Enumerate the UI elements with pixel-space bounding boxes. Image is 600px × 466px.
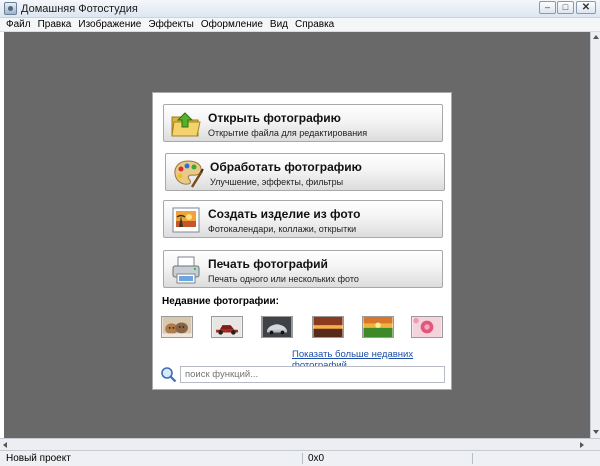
menu-design[interactable]: Оформление bbox=[201, 19, 263, 30]
menu-bar: Файл Правка Изображение Эффекты Оформлен… bbox=[0, 18, 600, 32]
printer-icon bbox=[172, 256, 200, 284]
palette-icon bbox=[174, 160, 204, 188]
function-search-input[interactable] bbox=[180, 366, 445, 383]
create-product-title: Создать изделие из фото bbox=[208, 207, 361, 221]
app-icon bbox=[4, 2, 17, 15]
maximize-icon: □ bbox=[562, 2, 569, 12]
process-photo-subtitle: Улучшение, эффекты, фильтры bbox=[210, 177, 344, 187]
process-photo-title: Обработать фотографию bbox=[210, 160, 362, 174]
search-icon bbox=[161, 367, 177, 383]
open-photo-button[interactable]: Открыть фотографию Открытие файла для ре… bbox=[163, 104, 443, 142]
folder-open-icon bbox=[171, 112, 201, 137]
photo-frame-icon bbox=[172, 207, 200, 233]
start-panel: Открыть фотографию Открытие файла для ре… bbox=[152, 92, 452, 390]
print-photos-button[interactable]: Печать фотографий Печать одного или неск… bbox=[163, 250, 443, 288]
print-photos-subtitle: Печать одного или нескольких фото bbox=[208, 274, 359, 284]
project-status: Новый проект bbox=[6, 453, 71, 464]
recent-thumbnail-vintage-car[interactable] bbox=[211, 316, 243, 338]
recent-thumbnails bbox=[161, 316, 445, 340]
menu-view[interactable]: Вид bbox=[270, 19, 288, 30]
menu-file[interactable]: Файл bbox=[6, 19, 31, 30]
close-icon: ✕ bbox=[581, 2, 591, 13]
menu-edit[interactable]: Правка bbox=[38, 19, 72, 30]
process-photo-button[interactable]: Обработать фотографию Улучшение, эффекты… bbox=[165, 153, 445, 191]
create-product-button[interactable]: Создать изделие из фото Фотокалендари, к… bbox=[163, 200, 443, 238]
image-dimensions: 0x0 bbox=[308, 453, 325, 464]
status-divider bbox=[472, 453, 473, 464]
menu-help[interactable]: Справка bbox=[295, 19, 334, 30]
vertical-scrollbar[interactable] bbox=[590, 32, 600, 438]
close-button[interactable]: ✕ bbox=[576, 1, 596, 14]
scroll-left-icon[interactable] bbox=[3, 442, 7, 448]
recent-thumbnail-pink-flower[interactable] bbox=[411, 316, 443, 338]
print-photos-title: Печать фотографий bbox=[208, 257, 328, 271]
recent-photos-label: Недавние фотографии: bbox=[162, 296, 279, 307]
status-divider bbox=[302, 453, 303, 464]
maximize-button[interactable]: □ bbox=[557, 1, 574, 14]
title-bar: Домашняя Фотостудия ‒ □ ✕ bbox=[0, 0, 600, 18]
menu-image[interactable]: Изображение bbox=[78, 19, 141, 30]
recent-thumbnail-kittens[interactable] bbox=[161, 316, 193, 338]
status-bar: Новый проект 0x0 bbox=[0, 450, 600, 466]
open-photo-subtitle: Открытие файла для редактирования bbox=[208, 128, 368, 138]
scroll-up-icon[interactable] bbox=[593, 35, 599, 39]
minimize-button[interactable]: ‒ bbox=[539, 1, 556, 14]
open-photo-title: Открыть фотографию bbox=[208, 111, 341, 125]
create-product-subtitle: Фотокалендари, коллажи, открытки bbox=[208, 224, 357, 234]
recent-thumbnail-sunset-field[interactable] bbox=[312, 316, 344, 338]
recent-thumbnail-silver-car[interactable] bbox=[261, 316, 293, 338]
scroll-right-icon[interactable] bbox=[580, 442, 584, 448]
scroll-down-icon[interactable] bbox=[593, 430, 599, 434]
menu-effects[interactable]: Эффекты bbox=[148, 19, 193, 30]
horizontal-scrollbar[interactable] bbox=[0, 438, 600, 450]
recent-thumbnail-green-field[interactable] bbox=[362, 316, 394, 338]
window-title: Домашняя Фотостудия bbox=[21, 3, 138, 15]
minimize-icon: ‒ bbox=[544, 2, 550, 12]
